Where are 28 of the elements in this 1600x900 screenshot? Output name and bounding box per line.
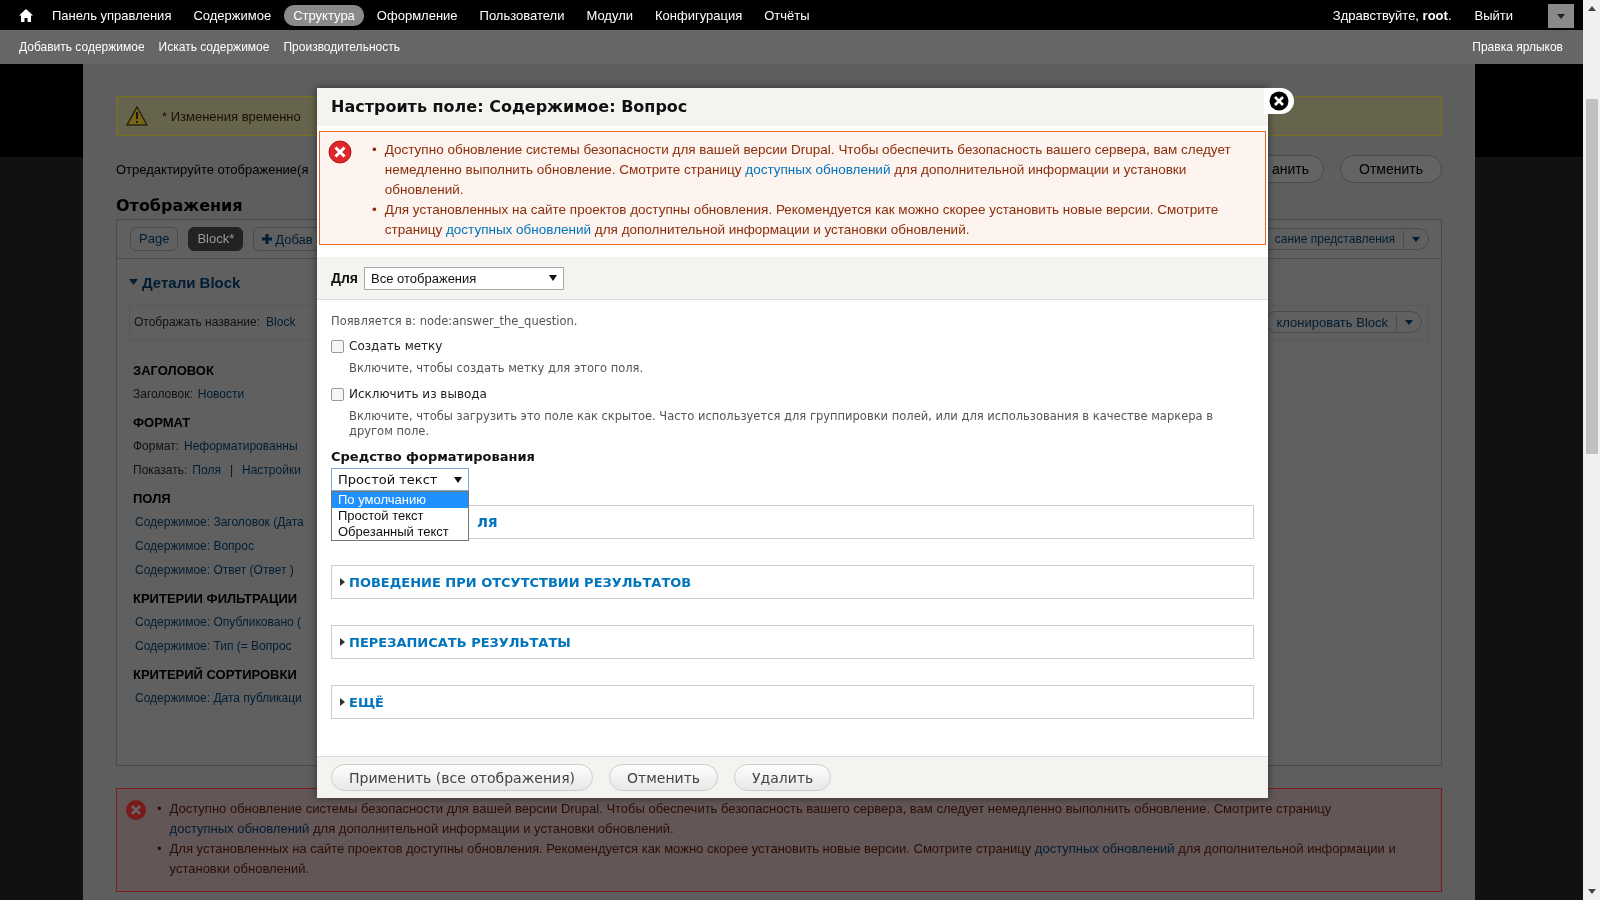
field-label: Отображать название: [134,315,261,329]
displays-heading: Отображения [116,196,243,215]
field-description: Включите, чтобы загрузить это поле как скрытое. Часто используется для группировки полей, или для использования в качестве маркера в другом поле. [348,409,1214,439]
greeting-text: Здравствуйте, root. [1332,7,1452,23]
bullet-mark: • [372,201,377,219]
section-heading: ЗАГОЛОВОК [133,362,214,378]
section-heading: ПОЛЯ [133,490,171,506]
setting-label: Показать: [133,462,188,477]
error-message: Доступно обновление системы безопасности для вашей версии Drupal. Чтобы обеспечить безопасность вашего сервера, вам следует немедленно выполнить обновление. Смотрите страницу доступных обновлений для дополнительной информации и установки обновлений. [169,800,1333,838]
bullet-mark: • [157,800,162,818]
error-message: Для установленных на сайте проектов доступны обновления. Рекомендуется как можно скорее установить новые версии. Смотрите страницу доступных обновлений для дополнительной информации и установки обновлений. [384,201,1220,239]
field-label: Для [331,270,359,286]
error-message: Доступно обновление системы безопасности для вашей версии Drupal. Чтобы обеспечить безопасность вашего сервера, вам следует немедленно выполнить обновление. Смотрите страницу доступных обновлений для дополнительной информации и установки обновлений. [384,141,1232,199]
separator-text: | [229,462,234,477]
field-label: Средство форматирования [331,449,535,464]
field-description: Включите, чтобы создать метку для этого поля. [348,361,645,376]
bullet-mark: • [157,840,162,858]
field-usage-text: Появляется в: node:answer_the_question. [331,314,579,328]
error-message: Для установленных на сайте проектов доступны обновления. Рекомендуется как можно скорее установить новые версии. Смотрите страницу доступных обновлений для дополнительной информации и установки обновлений. [169,840,1397,878]
section-heading: ФОРМАТ [133,414,191,430]
section-heading: КРИТЕРИЙ СОРТИРОВКИ [133,666,297,682]
warning-text: * Изменения временно [162,108,301,124]
bullet-mark: • [372,141,377,159]
dialog-title: Настроить поле: Содержимое: Вопрос [317,88,1268,126]
section-heading: КРИТЕРИИ ФИЛЬТРАЦИИ [133,590,298,606]
intro-text: Отредактируйте отображение(я [116,161,309,177]
setting-label: Заголовок: [133,386,193,401]
setting-label: Формат: [133,438,179,453]
